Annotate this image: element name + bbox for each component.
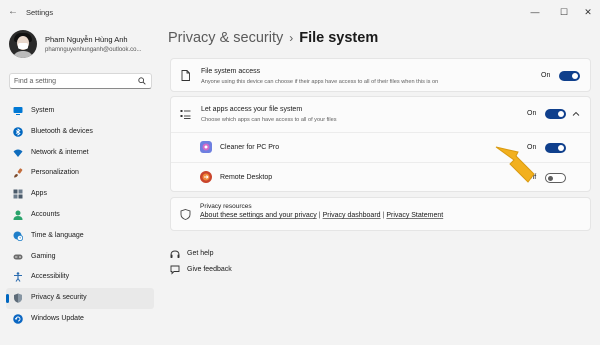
sidebar-item-privacy-security[interactable]: Privacy & security [6, 288, 154, 309]
privacy-resources-title: Privacy resources [200, 203, 252, 210]
breadcrumb: Privacy & security › File system [168, 30, 378, 46]
get-help-label: Get help [187, 250, 214, 257]
link-separator: | [318, 212, 321, 219]
sidebar-item-label: Time & language [31, 231, 84, 239]
page-title: File system [299, 30, 379, 46]
globe-clock-icon [13, 231, 23, 241]
shield-icon [180, 209, 191, 220]
sidebar-item-gaming[interactable]: Gaming [6, 247, 154, 268]
title-bar: ← Settings — ☐ ✕ [0, 0, 600, 26]
let-apps-toggle[interactable] [545, 109, 566, 119]
app-name: Cleaner for PC Pro [220, 144, 280, 151]
file-system-access-toggle[interactable] [559, 71, 580, 81]
sidebar-item-accounts[interactable]: Accounts [6, 205, 154, 226]
sidebar-item-bluetooth[interactable]: Bluetooth & devices [6, 122, 154, 143]
sidebar-item-system[interactable]: System [6, 101, 154, 122]
apps-icon [13, 189, 23, 199]
update-icon [13, 314, 23, 324]
document-icon [181, 70, 190, 81]
user-profile[interactable]: Pham Nguyễn Hùng Anh phamnguyenhunganh@o… [9, 30, 159, 64]
file-system-access-card: File system access Anyone using this dev… [170, 58, 591, 92]
file-system-access-title: File system access [201, 68, 261, 75]
sidebar-item-label: Personalization [31, 169, 79, 177]
paintbrush-icon [14, 168, 23, 178]
sidebar-nav: System Bluetooth & devices Network & int… [6, 101, 154, 330]
give-feedback-link[interactable]: Give feedback [170, 264, 290, 278]
let-apps-state: On [527, 110, 537, 117]
wifi-icon [13, 149, 23, 157]
sidebar-item-label: Bluetooth & devices [31, 127, 93, 135]
file-system-access-subtitle: Anyone using this device can choose if t… [201, 79, 439, 85]
remote-desktop-toggle[interactable] [545, 173, 566, 183]
chevron-up-icon[interactable] [572, 110, 580, 118]
gamepad-icon [13, 254, 23, 260]
let-apps-subtitle: Choose which apps can have access to all… [201, 117, 337, 123]
privacy-links: About these settings and your privacy | Pr… [200, 212, 443, 219]
person-icon [13, 210, 23, 220]
feedback-icon [170, 265, 180, 275]
sidebar-item-apps[interactable]: Apps [6, 184, 154, 205]
give-feedback-label: Give feedback [187, 266, 232, 273]
shield-icon [14, 293, 22, 303]
user-email: phamnguyenhunganh@outlook.co... [45, 47, 142, 53]
sidebar-item-label: Accounts [31, 210, 60, 218]
cleaner-toggle[interactable] [545, 143, 566, 153]
sidebar-item-windows-update[interactable]: Windows Update [6, 309, 154, 330]
bluetooth-icon [13, 126, 23, 137]
privacy-statement-link[interactable]: Privacy Statement [386, 212, 443, 219]
sidebar-item-label: Apps [31, 190, 47, 198]
sidebar-item-label: Accessibility [31, 273, 70, 281]
cleaner-app-icon [200, 141, 212, 153]
close-button[interactable]: ✕ [578, 4, 598, 20]
breadcrumb-parent[interactable]: Privacy & security [168, 30, 283, 46]
sidebar-item-network[interactable]: Network & internet [6, 143, 154, 164]
remote-desktop-icon [200, 171, 212, 183]
chevron-right-icon: › [289, 31, 294, 45]
maximize-button[interactable]: ☐ [554, 4, 574, 20]
sidebar-item-time-language[interactable]: Time & language [6, 226, 154, 247]
list-icon [180, 110, 191, 119]
app-name: Remote Desktop [220, 174, 273, 181]
link-separator: | [382, 212, 385, 219]
back-arrow-icon[interactable]: ← [8, 7, 18, 17]
avatar [9, 30, 37, 58]
search-input[interactable] [14, 76, 132, 86]
user-name: Pham Nguyễn Hùng Anh [45, 35, 128, 44]
sidebar-item-label: Privacy & security [31, 294, 87, 302]
get-help-link[interactable]: Get help [170, 248, 290, 262]
monitor-icon [13, 107, 23, 115]
sidebar-item-label: Windows Update [31, 314, 84, 322]
help-icon [170, 250, 180, 258]
let-apps-title: Let apps access your file system [201, 106, 303, 113]
privacy-resources-card: Privacy resources About these settings a… [170, 197, 591, 231]
search-icon[interactable] [138, 77, 146, 85]
sidebar-item-personalization[interactable]: Personalization [6, 163, 154, 184]
pointer-arrow-icon [495, 146, 535, 183]
minimize-button[interactable]: — [525, 4, 545, 20]
sidebar-item-label: System [31, 107, 55, 114]
sidebar-item-accessibility[interactable]: Accessibility [6, 267, 154, 288]
sidebar-item-label: Network & internet [31, 148, 89, 156]
privacy-dashboard-link[interactable]: Privacy dashboard [323, 212, 381, 219]
window-title: Settings [26, 8, 54, 17]
search-box[interactable] [9, 73, 152, 89]
file-system-access-state: On [541, 72, 551, 79]
sidebar-item-label: Gaming [31, 252, 56, 260]
about-privacy-link[interactable]: About these settings and your privacy [200, 212, 317, 219]
accessibility-icon [14, 272, 22, 283]
